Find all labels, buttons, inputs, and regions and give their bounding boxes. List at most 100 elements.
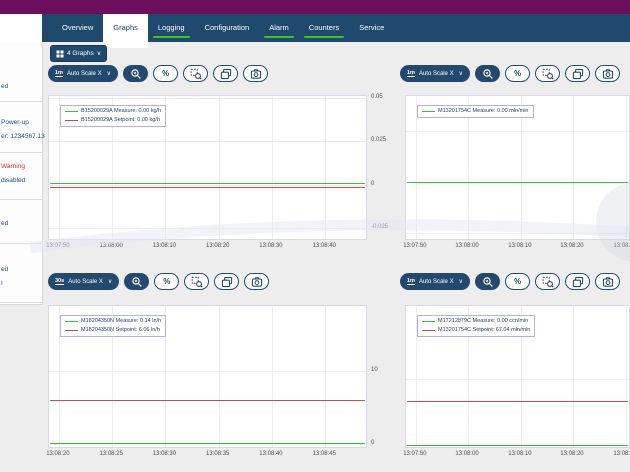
plot-area[interactable]: M13201754C Measure: 0.00 mln/min — [405, 95, 630, 240]
zoom-in-icon — [482, 68, 494, 80]
tab-counters[interactable]: Counters — [299, 14, 349, 42]
zoom-selection-button[interactable] — [183, 65, 208, 82]
series-line — [50, 187, 365, 189]
plot-area[interactable]: M18204350N Measure: 0.14 ln/h M18204350N … — [48, 305, 367, 448]
y-axis-tick-label: 0.025 — [371, 137, 386, 143]
gridline-horizontal — [49, 185, 366, 186]
series-line — [407, 182, 628, 184]
tab-label: Overview — [62, 23, 93, 32]
snapshot-icon — [250, 68, 262, 80]
zoom-selection-button[interactable] — [535, 273, 560, 290]
snapshot-button[interactable] — [243, 65, 268, 82]
copy-graph-button[interactable] — [565, 273, 590, 290]
zoom-selection-icon — [190, 68, 202, 80]
tab-label: Counters — [309, 23, 339, 32]
percent-scale-button[interactable]: % — [505, 273, 530, 290]
x-axis-tick-label: 13:08:10 — [508, 243, 531, 249]
time-scale-dropdown[interactable]: 1m Auto Scale X ∨ — [400, 273, 470, 290]
x-axis-tick-label: 13:08:25 — [99, 451, 122, 457]
legend-entry: M18204350N Setpoint: 6.06 ln/h — [65, 327, 161, 334]
gridline-horizontal — [406, 379, 629, 380]
legend-label: M13201754C Measure: 0.00 mln/min — [438, 108, 529, 115]
grid-2x2-icon — [56, 50, 64, 58]
snapshot-button[interactable] — [595, 273, 620, 290]
gridline-horizontal — [406, 233, 629, 234]
percent-scale-button[interactable]: % — [505, 65, 530, 82]
x-axis-tick-label: 13:08:20 — [560, 243, 583, 249]
y-axis-tick-label: -0.025 — [371, 224, 388, 230]
zoom-in-button[interactable] — [475, 65, 500, 82]
tab-alarm[interactable]: Alarm — [259, 14, 299, 42]
legend-entry: M18204350N Measure: 0.14 ln/h — [65, 318, 161, 325]
percent-scale-icon: % — [163, 278, 170, 286]
tab-label: Graphs — [113, 23, 138, 32]
snapshot-icon — [602, 276, 614, 288]
x-axis-tick-label: 13:07:50 — [46, 243, 69, 249]
copy-graph-button[interactable] — [214, 273, 239, 290]
sidebar-divider — [0, 302, 42, 303]
tab-graphs[interactable]: Graphs — [103, 14, 148, 48]
zoom-in-icon — [130, 68, 142, 80]
x-axis-tick-label: 13:07:50 — [403, 243, 426, 249]
zoom-in-button[interactable] — [123, 65, 148, 82]
plot-area[interactable]: M17212879C Measure: 0.00 ccn/minM1320175… — [405, 305, 630, 448]
tab-service[interactable]: Service — [349, 14, 394, 42]
gridline-vertical — [626, 306, 627, 447]
graph-toolbar: 1m Auto Scale X ∨ % — [48, 64, 268, 83]
sidebar-text-fragment: disabled — [1, 177, 25, 184]
scale-mode-label: Auto Scale X — [419, 279, 454, 285]
copy-graph-button[interactable] — [565, 65, 590, 82]
gridline-vertical — [272, 96, 273, 239]
chevron-down-icon: ∨ — [107, 70, 111, 77]
legend: M13201754C Measure: 0.00 mln/min — [417, 105, 534, 118]
legend-entry: B15200029A Setpoint: 0.00 kg/h — [65, 117, 161, 124]
plot-area[interactable]: B15200029A Measure: 0.00 kg/h B15200029A … — [48, 95, 367, 240]
sidebar-text-fragment: ed — [1, 266, 8, 273]
tab-configuration[interactable]: Configuration — [195, 14, 260, 42]
percent-scale-button[interactable]: % — [153, 65, 178, 82]
time-scale-dropdown[interactable]: 1m Auto Scale X ∨ — [48, 65, 118, 82]
sidebar-divider — [0, 152, 42, 153]
legend-entry: B15200029A Measure: 0.00 kg/h — [65, 108, 161, 115]
y-axis-tick-label: 0.05 — [371, 94, 383, 100]
time-range-icon: 1m — [407, 278, 415, 285]
graph-toolbar: 30s Auto Scale X ∨ % — [48, 272, 269, 291]
app-window: Overview Graphs LoggingConfigurationAlarm C… — [0, 0, 630, 472]
zoom-in-icon — [131, 276, 143, 288]
x-axis-tick-label: 13:08:30 — [613, 451, 630, 457]
tab-logging[interactable]: Logging — [148, 14, 195, 42]
gridline-vertical — [573, 306, 574, 447]
x-axis-tick-label: 13:08:30 — [153, 451, 176, 457]
legend-label: M18204350N Measure: 0.14 ln/h — [81, 318, 161, 325]
snapshot-button[interactable] — [595, 65, 620, 82]
legend-entry: M13201754C Setpoint: 67.04 mln/min — [422, 327, 530, 334]
percent-scale-button[interactable]: % — [154, 273, 179, 290]
percent-scale-icon: % — [514, 70, 521, 78]
zoom-selection-icon — [191, 276, 203, 288]
zoom-selection-button[interactable] — [184, 273, 209, 290]
zoom-in-button[interactable] — [124, 273, 149, 290]
sidebar-divider — [0, 101, 42, 102]
copy-graph-button[interactable] — [213, 65, 238, 82]
time-scale-dropdown[interactable]: 1m Auto Scale X ∨ — [400, 65, 470, 82]
x-axis-tick-label: 13:08:40 — [313, 243, 336, 249]
titlebar-accent — [0, 0, 630, 14]
graph-count-dropdown[interactable]: 4 Graphs ∨ — [50, 45, 107, 62]
gridline-horizontal — [49, 98, 366, 99]
zoom-in-button[interactable] — [475, 273, 500, 290]
x-axis-tick-label: 13:08:10 — [153, 243, 176, 249]
chevron-down-icon: ∨ — [459, 70, 463, 77]
zoom-selection-button[interactable] — [535, 65, 560, 82]
gridline-vertical — [325, 306, 326, 447]
snapshot-button[interactable] — [244, 273, 269, 290]
sidebar-text-fragment: Power-up — [1, 119, 29, 126]
time-scale-dropdown[interactable]: 30s Auto Scale X ∨ — [48, 273, 119, 290]
tab-overview[interactable]: Overview — [52, 14, 103, 42]
sidebar-divider — [0, 199, 42, 200]
y-axis-tick-label: 10 — [371, 367, 378, 373]
copy-graph-icon — [221, 276, 233, 288]
graph-count-label: 4 Graphs — [67, 50, 94, 57]
gridline-vertical — [219, 96, 220, 239]
gridline-vertical — [573, 96, 574, 239]
tab-label: Service — [359, 23, 384, 32]
